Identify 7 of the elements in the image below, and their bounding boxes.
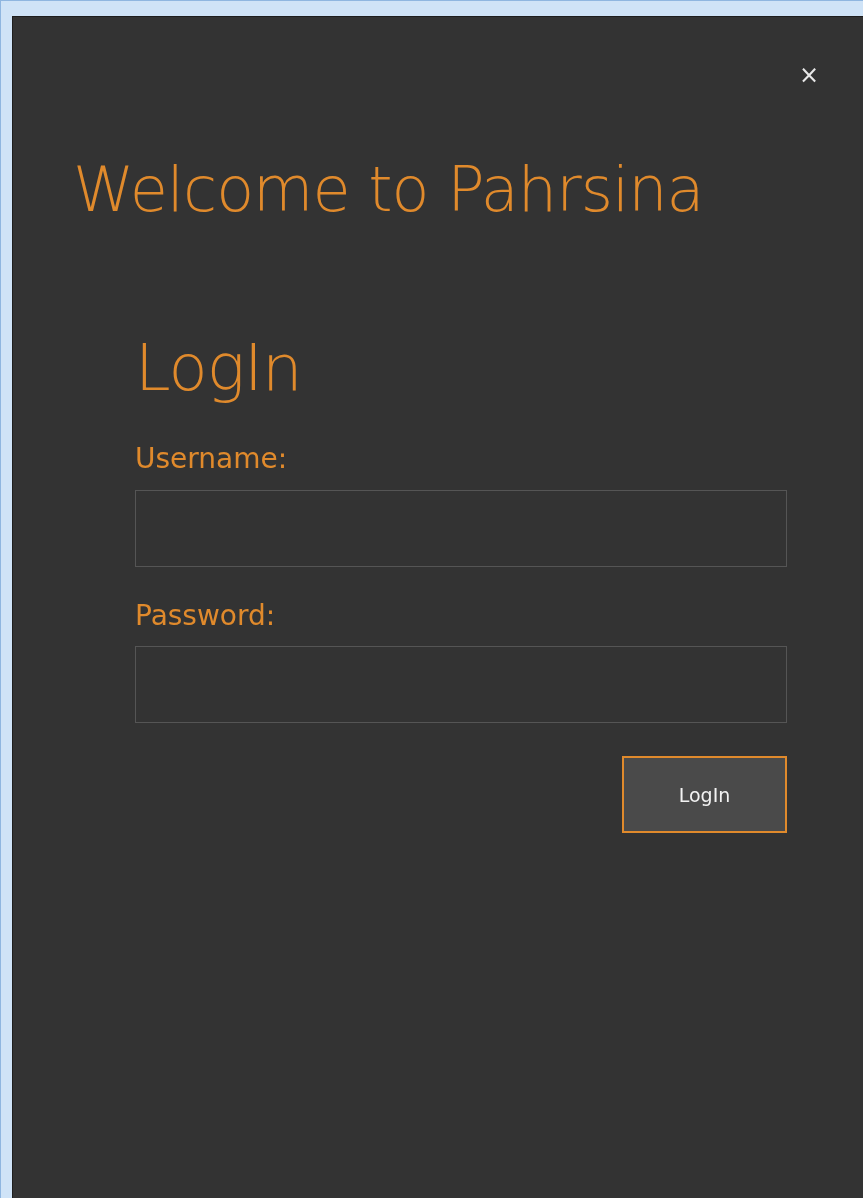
welcome-title: Welcome to Pahrsina bbox=[73, 159, 705, 221]
field-label: Password: bbox=[135, 598, 276, 633]
input-field[interactable] bbox=[135, 489, 787, 567]
field-label: Username: bbox=[135, 442, 288, 476]
close-button[interactable]: × bbox=[794, 61, 823, 89]
login-button[interactable]: LogIn bbox=[622, 756, 787, 834]
input-field[interactable] bbox=[135, 646, 787, 724]
